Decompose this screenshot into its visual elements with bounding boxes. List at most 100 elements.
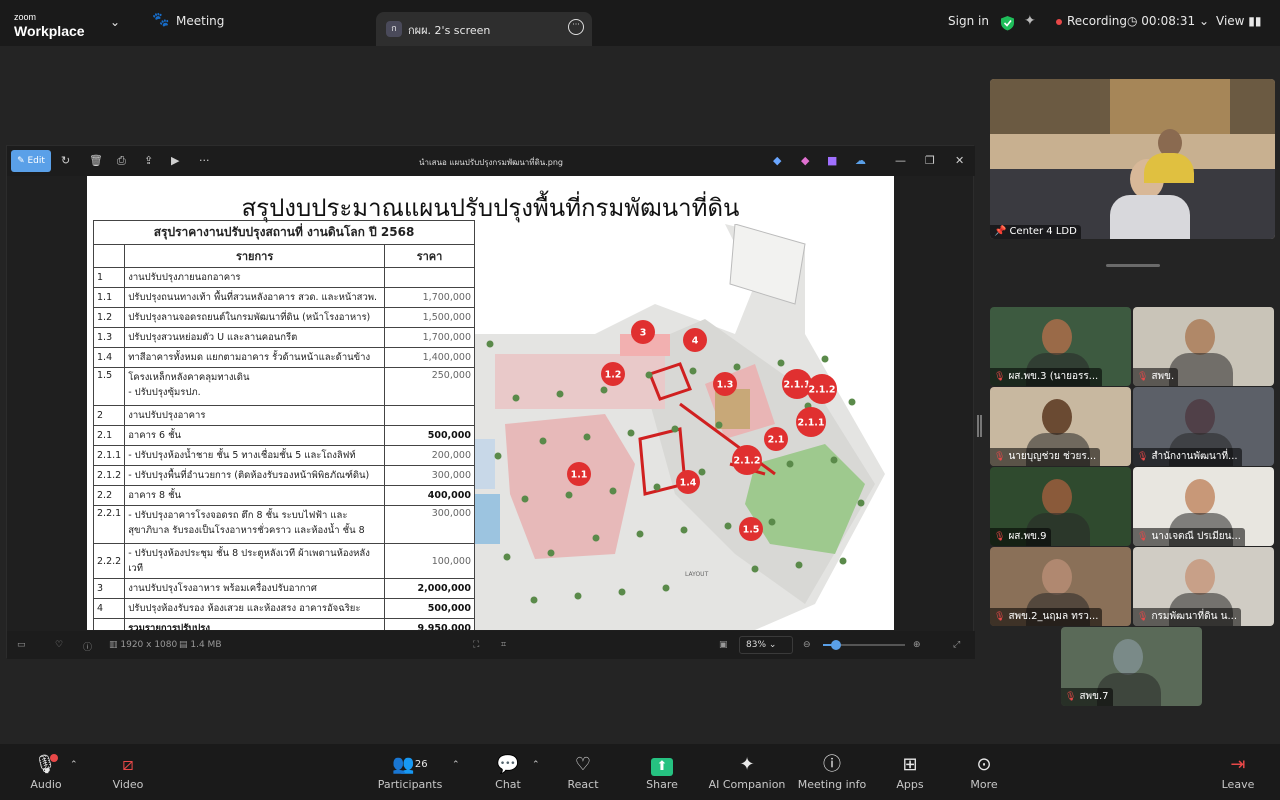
row-item: - ปรับปรุงห้องน้ำชาย ชั้น 5 ทางเชื่อมชั้… xyxy=(124,445,385,466)
gallery-divider[interactable] xyxy=(1106,264,1160,267)
participant-video-tile[interactable]: 🎙 สพข.7 xyxy=(1061,627,1202,706)
participant-head xyxy=(1185,399,1215,435)
more-button[interactable]: ⊙ More xyxy=(944,744,1024,791)
participant-video-tile[interactable]: 🎙 สพข. xyxy=(1133,307,1274,386)
row-price xyxy=(384,405,475,426)
row-price: 300,000 xyxy=(384,465,475,486)
audio-options-chevron-icon[interactable]: ⌃ xyxy=(70,760,78,770)
map-marker-label: 2.1 xyxy=(768,435,785,446)
table-row: 2.1.1 - ปรับปรุงห้องน้ำชาย ชั้น 5 ทางเชื… xyxy=(92,445,475,466)
restore-icon[interactable]: ❐ xyxy=(925,154,935,167)
recording-indicator[interactable]: Recording xyxy=(1056,14,1127,28)
muted-mic-icon: 🎙 xyxy=(1137,452,1149,462)
fit-icon[interactable]: ▣ xyxy=(719,640,728,650)
zoom-slider[interactable] xyxy=(823,640,905,650)
share-screen-tab[interactable]: ก กผผ. 2's screen ··· xyxy=(376,12,592,46)
ai-companion-button[interactable]: ✦ AI Companion xyxy=(697,744,797,791)
leave-button[interactable]: ⇥ Leave xyxy=(1198,744,1278,791)
sharer-avatar: ก xyxy=(386,21,402,37)
participant-video-tile[interactable]: 🎙 สพข.2_นฤมล ทรว... xyxy=(990,547,1131,626)
zoom-slider-thumb[interactable] xyxy=(831,640,841,650)
participant-name: 📌 Center 4 LDD xyxy=(990,225,1081,239)
participant-video-tile[interactable]: 🎙 สำนักงานพัฒนาที่... xyxy=(1133,387,1274,466)
table-row: 2.2 อาคาร 8 ชั้น 400,000 xyxy=(92,485,475,506)
zoom-select[interactable]: 83% ⌄ xyxy=(739,636,793,654)
participant-video-tile[interactable]: 🎙 กรมพัฒนาที่ดิน น... xyxy=(1133,547,1274,626)
fullscreen-icon[interactable]: ⤢ xyxy=(953,640,960,650)
draw-icon[interactable]: ◆ xyxy=(773,154,781,167)
row-number: 2.2.2 xyxy=(92,543,126,579)
record-dot-icon xyxy=(1056,18,1062,25)
participant-head xyxy=(1185,479,1215,515)
sparkle-icon[interactable]: ✦ xyxy=(1024,13,1036,29)
row-item: โครงเหล็กหลังคาคลุมทางเดิน - ปรับปรุงซุ้… xyxy=(124,367,385,406)
crop-icon[interactable]: ⛶ xyxy=(473,640,479,650)
participant-name: 🎙 ผส.พข.3 (นายอรร... xyxy=(990,368,1103,386)
participant-name: 🎙 สพข.7 xyxy=(1061,688,1113,706)
minimize-icon[interactable]: — xyxy=(895,154,906,167)
panel-resize-handle[interactable] xyxy=(977,415,982,437)
speaker-body xyxy=(1110,195,1190,239)
row-item: ทาสีอาคารทั้งหมด แยกตามอาคาร รั้วด้านหน้… xyxy=(124,347,385,368)
row-number: 2.1.2 xyxy=(92,465,126,486)
participant-video-tile[interactable]: 🎙 นายบุญช่วย ช่วยร... xyxy=(990,387,1131,466)
ai-sparkle-icon: ✦ xyxy=(739,754,755,775)
meeting-timer[interactable]: ◷ 00:08:31 ⌄ xyxy=(1127,14,1209,28)
table-row: 1.3 ปรับปรุงสวนหย่อมตัว U และลานคอนกรีต 1,… xyxy=(92,327,475,348)
react-button[interactable]: ♡ React xyxy=(543,744,623,791)
security-shield-icon[interactable] xyxy=(1000,15,1015,31)
map-marker-label: 2.1.1 xyxy=(797,418,824,429)
participant-video-tile[interactable]: 🎙 นางเจตณี ปรเมียน... xyxy=(1133,467,1274,546)
favorite-icon[interactable]: ♡ xyxy=(55,640,63,650)
participants-options-chevron-icon[interactable]: ⌃ xyxy=(452,760,460,770)
map-marker-label: 2.1.2 xyxy=(733,456,760,467)
table-row: 4 ปรับปรุงห้องรับรอง ห้องเสวย และห้องสรง … xyxy=(92,598,475,619)
viewer-toolbar: ✎ Edit ↻ 🗑 ⎙ ⇪ ▶ ··· นำเสนอ แผนปรับปรุงก… xyxy=(7,146,975,176)
participant-video-tile[interactable]: 🎙 ผส.พข.9 xyxy=(990,467,1131,546)
resolution-text: ▥ 1920 x 1080 xyxy=(109,640,178,650)
row-item: ปรับปรุงถนนทางเท้า พื้นที่สวนหลังอาคาร ส… xyxy=(124,287,385,308)
more-options-icon[interactable]: ··· xyxy=(568,19,584,35)
row-number: 2.1 xyxy=(92,425,126,446)
ocr-icon[interactable]: ⌗ xyxy=(501,640,506,650)
row-price: 1,700,000 xyxy=(384,327,475,348)
share-screen-icon: ⬆ xyxy=(622,744,702,776)
top-bar: zoom Workplace ⌄ 🐾 Meeting ก กผผ. 2's sc… xyxy=(0,0,1280,46)
muted-mic-icon: 🎙 xyxy=(1137,372,1149,382)
row-item: งานปรับปรุงโรงอาหาร พร้อมเครื่องปรับอากา… xyxy=(124,578,385,599)
meeting-tab[interactable]: Meeting xyxy=(176,14,224,28)
featured-video-tile[interactable]: 📌 Center 4 LDD xyxy=(990,79,1275,239)
apps-button[interactable]: ⊞ Apps xyxy=(870,744,950,791)
image-viewer-window: ✎ Edit ↻ 🗑 ⎙ ⇪ ▶ ··· นำเสนอ แผนปรับปรุงก… xyxy=(6,145,975,659)
more-icon: ⊙ xyxy=(976,754,992,775)
info-icon: ⓘ xyxy=(823,754,841,775)
meeting-info-button[interactable]: ⓘ Meeting info xyxy=(792,744,872,791)
table-row: 1.1 ปรับปรุงถนนทางเท้า พื้นที่สวนหลังอาคา… xyxy=(92,287,475,308)
close-icon[interactable]: ✕ xyxy=(955,154,964,167)
row-price: 100,000 xyxy=(384,543,475,579)
leave-icon: ⇥ xyxy=(1230,754,1246,775)
sign-in-button[interactable]: Sign in xyxy=(948,14,989,28)
zoom-out-icon[interactable]: ⊖ xyxy=(803,640,811,650)
view-button[interactable]: View ▮▮ xyxy=(1216,14,1262,28)
participant-video-tile[interactable]: 🎙 ผส.พข.3 (นายอรร... xyxy=(990,307,1131,386)
row-item: อาคาร 8 ชั้น xyxy=(124,485,385,506)
app-menu-chevron-icon[interactable]: ⌄ xyxy=(110,15,120,29)
row-number: 1.2 xyxy=(92,307,126,328)
participants-button[interactable]: 👥26 Participants xyxy=(370,744,450,791)
row-number: 1.4 xyxy=(92,347,126,368)
share-button[interactable]: ⬆ Share xyxy=(622,744,702,791)
chat-options-chevron-icon[interactable]: ⌃ xyxy=(532,760,540,770)
designer-icon[interactable]: ◆ xyxy=(801,154,809,167)
map-marker-label: 2.1.2 xyxy=(808,385,835,396)
participant-head xyxy=(1042,559,1072,595)
map-marker-label: 1.2 xyxy=(605,370,622,381)
row-price: 500,000 xyxy=(384,598,475,619)
info-icon[interactable]: ⓘ xyxy=(83,640,92,653)
clipchamp-icon[interactable]: ■ xyxy=(827,154,837,167)
table-row: 2 งานปรับปรุงอาคาร xyxy=(92,405,475,426)
zoom-in-icon[interactable]: ⊕ xyxy=(913,640,921,650)
video-button[interactable]: ⧄ Video xyxy=(88,744,168,791)
onedrive-icon[interactable]: ☁ xyxy=(855,154,866,167)
filmstrip-icon[interactable]: ▭ xyxy=(17,640,26,650)
